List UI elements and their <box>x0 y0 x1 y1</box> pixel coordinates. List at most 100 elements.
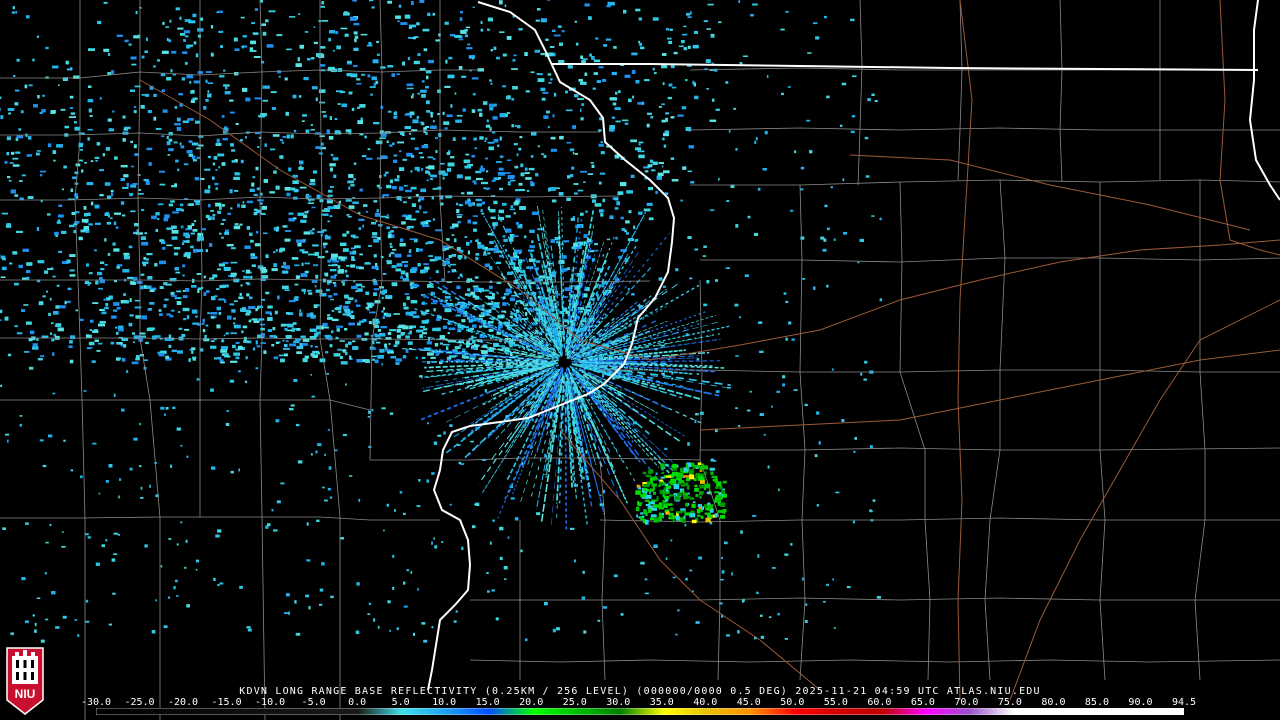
echo-pixel <box>420 89 427 93</box>
echo-pixel <box>446 152 451 155</box>
echo-pixel <box>647 112 652 115</box>
echo-pixel <box>7 108 15 111</box>
echo-pixel <box>217 268 221 271</box>
echo-pixel <box>285 111 289 116</box>
echo-pixel <box>388 231 391 234</box>
echo-pixel <box>69 254 76 257</box>
storm-pixel <box>642 471 647 475</box>
echo-pixel <box>328 37 331 42</box>
echo-pixel <box>318 89 326 93</box>
echo-pixel <box>635 147 642 151</box>
echo-pixel <box>241 45 248 48</box>
storm-pixel <box>650 514 657 518</box>
echo-pixel <box>278 354 284 357</box>
echo-pixel <box>472 180 477 183</box>
echo-pixel <box>204 189 211 194</box>
echo-pixel <box>327 314 331 317</box>
echo-pixel <box>190 245 194 249</box>
echo-pixel <box>12 164 20 167</box>
colorbar-tick-17: 55.0 <box>823 697 848 708</box>
echo-pixel <box>307 289 312 292</box>
echo-pixel <box>464 34 468 38</box>
echo-pixel <box>301 288 306 292</box>
echo-pixel <box>36 597 41 599</box>
echo-pixel <box>406 226 410 230</box>
echo-pixel <box>387 0 392 4</box>
echo-pixel <box>299 241 306 243</box>
echo-pixel <box>689 277 693 280</box>
echo-pixel <box>577 98 584 100</box>
echo-pixel <box>493 247 500 251</box>
echo-pixel <box>338 269 344 273</box>
echo-pixel <box>321 562 325 566</box>
echo-pixel <box>180 203 184 207</box>
echo-pixel <box>529 229 535 233</box>
echo-pixel <box>353 65 358 67</box>
echo-pixel <box>425 126 430 128</box>
echo-pixel <box>89 329 92 331</box>
echo-pixel <box>531 240 534 244</box>
echo-pixel <box>428 172 431 176</box>
echo-pixel <box>69 269 74 272</box>
echo-pixel <box>644 170 649 173</box>
echo-pixel <box>583 630 587 634</box>
echo-pixel <box>397 20 400 23</box>
echo-pixel <box>353 22 360 26</box>
echo-pixel <box>58 214 64 218</box>
echo-pixel <box>229 379 235 383</box>
echo-pixel <box>219 75 225 78</box>
echo-pixel <box>219 582 224 585</box>
echo-pixel <box>403 581 406 585</box>
echo-pixel <box>0 107 1 112</box>
echo-pixel <box>162 109 168 113</box>
echo-pixel <box>380 326 387 329</box>
echo-pixel <box>212 176 215 180</box>
echo-pixel <box>217 584 220 587</box>
echo-pixel <box>293 129 297 133</box>
echo-pixel <box>26 262 33 266</box>
echo-pixel <box>276 229 279 232</box>
echo-pixel <box>355 630 360 634</box>
storm-pixel <box>660 464 663 468</box>
echo-pixel <box>329 30 335 34</box>
echo-pixel <box>635 8 641 12</box>
echo-pixel <box>630 139 637 143</box>
echo-pixel <box>88 223 93 226</box>
echo-pixel <box>215 187 218 190</box>
echo-pixel <box>513 212 516 215</box>
storm-pixel <box>663 487 666 492</box>
echo-pixel <box>353 280 356 283</box>
echo-pixel <box>266 44 274 48</box>
echo-pixel <box>188 153 194 157</box>
echo-pixel <box>78 236 83 241</box>
echo-pixel <box>400 332 405 336</box>
echo-pixel <box>467 288 471 292</box>
echo-pixel <box>655 190 658 194</box>
echo-pixel <box>397 175 400 179</box>
echo-pixel <box>239 223 243 226</box>
echo-pixel <box>58 84 60 86</box>
echo-pixel <box>333 49 335 52</box>
echo-pixel <box>405 272 409 277</box>
echo-pixel <box>631 293 635 296</box>
echo-pixel <box>396 328 401 332</box>
storm-pixel <box>658 512 662 517</box>
echo-pixel <box>116 34 123 37</box>
echo-pixel <box>652 67 655 71</box>
echo-pixel <box>351 258 356 261</box>
storm-pixel <box>640 516 643 521</box>
echo-pixel <box>687 45 691 49</box>
echo-pixel <box>426 100 430 105</box>
echo-pixel <box>7 439 9 443</box>
echo-pixel <box>257 305 263 308</box>
echo-pixel <box>388 343 391 345</box>
echo-pixel <box>267 305 273 309</box>
echo-pixel <box>816 504 819 507</box>
echo-pixel <box>525 638 528 642</box>
echo-pixel <box>404 14 411 19</box>
echo-pixel <box>359 253 363 256</box>
echo-pixel <box>145 341 149 345</box>
echo-pixel <box>122 115 126 119</box>
colorbar-tick-15: 45.0 <box>736 697 761 708</box>
echo-pixel <box>395 268 402 272</box>
